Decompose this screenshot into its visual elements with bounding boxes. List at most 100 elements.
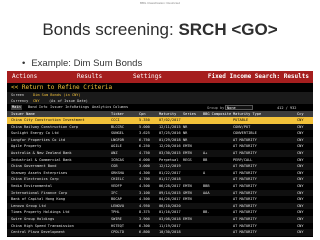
product-title: Fixed Income Search: Results <box>207 73 309 80</box>
cell-maturity-type: PUTABLE <box>233 118 249 122</box>
cell-issuer-name: Sunlight Energy Co Ltd <box>11 131 59 136</box>
table-row[interactable]: Vedia Environmental VEDFP 4.500 06/28/2017 E… <box>7 183 313 190</box>
cell-issuer-name: Lenovo Group Ltd <box>11 203 46 208</box>
cell-bbg-composite: A+ <box>203 150 208 155</box>
cell-series: NR <box>183 131 188 136</box>
title-prefix: Bonds screening: <box>42 20 179 39</box>
cell-ticker: ICBCAS <box>111 157 124 162</box>
cell-bbg-composite: BBB <box>203 183 210 188</box>
cell-issuer-name: China Government Bond <box>11 164 57 169</box>
tab-analytics[interactable]: Analytics <box>91 105 112 110</box>
cell-issuer-name: China City Construction Investment <box>11 118 85 122</box>
cell-ticker: HSTEQT <box>111 223 124 228</box>
tab-issuer-info[interactable]: Issuer Info <box>49 105 75 110</box>
classification-label: BBG Classification: Restricted <box>139 1 180 5</box>
cell-ccy: CNY <box>297 164 304 169</box>
settings-menu[interactable]: Settings <box>133 71 162 83</box>
table-row[interactable]: China City Construction Investment CCCI 5.… <box>7 117 313 124</box>
cell-ccy: CNY <box>297 216 304 221</box>
tab-columns[interactable]: Columns <box>112 105 129 110</box>
cell-ticker: BLCCRC <box>111 124 124 129</box>
cell-series: EMTN <box>183 236 192 238</box>
cell-issuer-name: Times Property Holdings Ltd <box>11 210 70 215</box>
cell-issuer-name: Intesa Sanpaolo Bank Ireland <box>11 236 107 238</box>
refine-label: Return to Refine Criteria <box>21 84 113 91</box>
cell-ticker: SWIRE <box>111 216 122 221</box>
return-to-refine-criteria-link[interactable]: << Return to Refine Criteria <box>7 83 313 92</box>
cell-maturity-type: AT MATURITY <box>233 144 257 149</box>
cell-ccy: CNY <box>297 230 304 235</box>
table-row[interactable]: Australia & New Zealand Bank ANZ 4.750 03/3… <box>7 149 313 157</box>
cell-cpn: 6.000 <box>139 157 150 162</box>
cell-cpn: 3.100 <box>139 190 150 195</box>
table-row[interactable]: Bank of Capital Hong Kong BOCAP 4.500 04/26… <box>7 196 313 203</box>
cell-ccy: CNY <box>297 190 304 195</box>
cell-maturity: 04/26/2017 <box>159 197 181 202</box>
title-emphasis: SRCH <GO> <box>178 20 278 39</box>
cell-maturity-type: AT MATURITY <box>233 230 257 235</box>
table-row[interactable]: China High Speed Transmission HSTEQT 6.300… <box>7 223 313 230</box>
cell-cpn: 4.500 <box>139 197 150 202</box>
cell-issuer-name: Industrial & Commercial Bank <box>11 157 72 162</box>
slide-title: Bonds screening: SRCH <GO> <box>0 20 320 40</box>
cell-cpn: 5.350 <box>139 118 150 122</box>
table-row[interactable]: Intesa Sanpaolo Bank Ireland ISPIM 4.500 02… <box>7 236 313 238</box>
cell-ccy: CNY <box>297 177 304 182</box>
results-table-body: China City Construction Investment CCCI 5.… <box>7 117 313 237</box>
cell-cpn: 3.625 <box>139 131 150 136</box>
cell-cpn: 3.000 <box>139 164 150 169</box>
cell-cpn: 4.300 <box>139 170 150 175</box>
back-arrow-icon: << <box>11 84 22 91</box>
cell-maturity-type: CONVERTIBLE <box>233 131 257 136</box>
tab-ratings[interactable]: Ratings <box>73 105 90 110</box>
cell-ticker: SUNGEL <box>111 131 124 136</box>
cell-ticker: CPDLTD <box>111 230 124 235</box>
table-row[interactable]: Times Property Holdings Ltd TPHL 8.375 01/1… <box>7 209 313 216</box>
table-row[interactable]: Lenovo Group Ltd LENOVO 4.950 06/10/2020 AT … <box>7 202 313 210</box>
cell-ccy: CNY <box>297 144 304 149</box>
cell-cpn: 4.500 <box>139 183 150 188</box>
table-row[interactable]: China Railway Construction Corp BLCCRC 5.0… <box>7 123 313 131</box>
cell-cpn: 6.800 <box>139 230 150 235</box>
table-row[interactable]: Central Plaza Development CPDLTD 6.800 10/3… <box>7 229 313 236</box>
cell-issuer-name: China High Speed Transmission <box>11 223 74 228</box>
cell-ccy: CNY <box>297 124 304 129</box>
table-row[interactable]: Swire Group Holdings SWIRE 3.900 03/08/2018… <box>7 215 313 223</box>
table-row[interactable]: Shanwey Assets Enterprises GRKSHA 4.300 01/… <box>7 170 313 177</box>
cell-series: REGS <box>183 157 192 162</box>
table-row[interactable]: Agile Property AGILE 6.250 12/20/2016 EMTN AT… <box>7 143 313 150</box>
table-row[interactable]: International Finance Corp IFC 3.100 09/14/… <box>7 189 313 197</box>
cell-maturity-type: AT MATURITY <box>233 137 257 142</box>
cell-issuer-name: Longfor Properties Co Ltd <box>11 137 66 142</box>
cell-cpn: 4.700 <box>139 177 150 182</box>
table-row[interactable]: Industrial & Commercial Bank ICBCAS 6.000 P… <box>7 157 313 164</box>
cell-maturity: 12/11/2015 <box>159 124 181 129</box>
cell-series: EMTN <box>183 150 192 155</box>
table-row[interactable]: China Electronics Corp CHIELC 4.700 01/17/2… <box>7 176 313 183</box>
cell-cpn: 4.750 <box>139 150 150 155</box>
cell-maturity: 01/29/2018 <box>159 137 181 142</box>
actions-menu[interactable]: Actions <box>12 71 37 83</box>
tab-bar: Main Bond Info Issuer Info Ratings Analy… <box>7 104 313 111</box>
cell-ccy: CNY <box>297 150 304 155</box>
cell-issuer-name: Bank of Capital Hong Kong <box>11 197 66 202</box>
cell-issuer-name: China Railway Construction Corp <box>11 124 79 129</box>
table-row[interactable]: China Government Bond CGB 3.000 12/12/2019 A… <box>7 163 313 170</box>
bloomberg-terminal-screen: Actions Results Settings Fixed Income Se… <box>7 71 313 237</box>
table-row[interactable]: Longfor Properties Co Ltd LNGFOR 6.750 01/2… <box>7 136 313 144</box>
cell-ticker: LNGFOR <box>111 137 124 142</box>
tab-main[interactable]: Main <box>11 105 22 110</box>
cell-ticker: CHIELC <box>111 177 124 182</box>
cell-ccy: CNY <box>297 183 304 188</box>
bullet-text: Example: Dim Sum Bonds <box>31 58 143 69</box>
cell-maturity: 01/17/2018 <box>159 177 181 182</box>
cell-issuer-name: Shanwey Assets Enterprises <box>11 170 68 175</box>
results-menu[interactable]: Results <box>77 71 102 83</box>
tab-bond-info[interactable]: Bond Info <box>27 105 48 110</box>
cell-ticker: IFC <box>111 190 118 195</box>
cell-maturity-type: AT MATURITY <box>233 177 257 182</box>
cell-series: EMTN <box>183 183 192 188</box>
cell-ccy: CNY <box>297 210 304 215</box>
cell-series: EMTN <box>183 216 192 221</box>
table-row[interactable]: Sunlight Energy Co Ltd SUNGEL 3.625 07/25/2… <box>7 130 313 137</box>
